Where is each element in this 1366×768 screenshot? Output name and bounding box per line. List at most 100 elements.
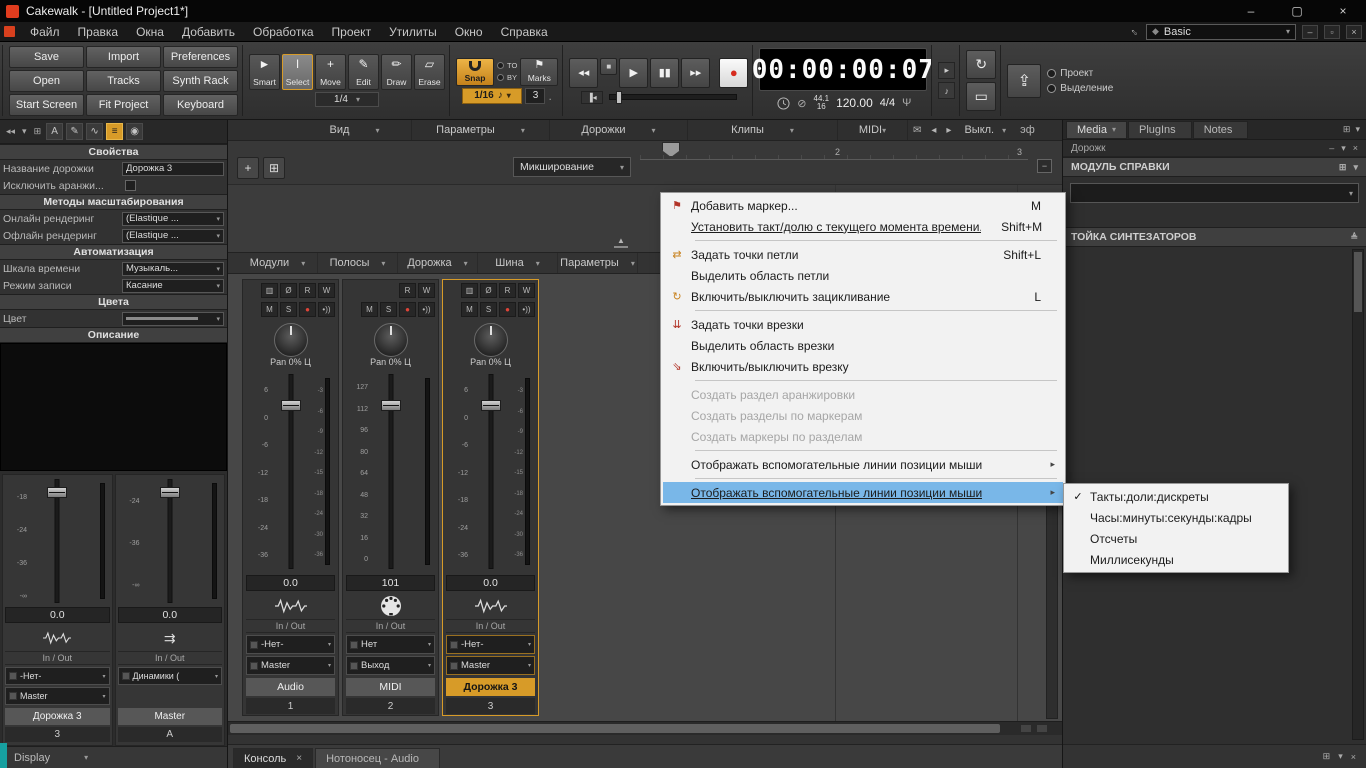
output-dropdown[interactable]: Master▾: [5, 687, 110, 705]
output-dropdown[interactable]: Выход▾: [346, 656, 435, 675]
expand-window-icon[interactable]: ⇔: [1126, 23, 1142, 39]
submenu-item[interactable]: Часы:минуты:секунды:кадры: [1066, 507, 1286, 528]
snap-by-option[interactable]: BY: [497, 73, 517, 82]
context-menu-item[interactable]: [695, 310, 1057, 311]
bit-depth-value[interactable]: 16: [814, 103, 830, 111]
view-menu[interactable]: Вид▾: [298, 120, 412, 140]
console-menu[interactable]: Шина▾: [478, 253, 558, 273]
maximize-button[interactable]: ▢: [1274, 0, 1320, 22]
menu-item[interactable]: Файл: [21, 22, 69, 41]
tool-button[interactable]: ✏ Draw: [381, 54, 412, 90]
strip-button[interactable]: ▥: [461, 283, 478, 298]
browser-tab[interactable]: Media▾: [1066, 121, 1127, 139]
tool-button[interactable]: + Move: [315, 54, 346, 90]
context-menu-item[interactable]: ⇊ Задать точки врезки: [663, 314, 1063, 335]
minimize-button[interactable]: –: [1228, 0, 1274, 22]
volume-fader[interactable]: [281, 400, 301, 411]
input-dropdown[interactable]: -Нет-▾: [5, 667, 110, 685]
menu-item[interactable]: Утилиты: [380, 22, 446, 41]
volume-value[interactable]: 0.0: [246, 575, 335, 591]
context-menu-item[interactable]: ⇘ Включить/выключить врезку: [663, 356, 1063, 377]
record-button[interactable]: ●: [719, 58, 748, 88]
snap-count-value[interactable]: 3: [525, 88, 545, 104]
strip-button[interactable]: •)): [518, 302, 535, 317]
context-menu-item[interactable]: Создать раздел аранжировки: [663, 384, 1063, 405]
context-menu-item[interactable]: Создать маркеры по разделам: [663, 426, 1063, 447]
submenu-item[interactable]: Отсчеты: [1066, 528, 1286, 549]
context-menu-item[interactable]: Отображать вспомогательные линии позиции…: [663, 454, 1063, 475]
time-ruler[interactable]: 1 2 3: [640, 145, 1028, 160]
collapse-icon[interactable]: ≜: [1350, 232, 1358, 243]
output-dropdown[interactable]: Master▾: [246, 656, 335, 675]
snap-button[interactable]: Snap: [456, 58, 494, 86]
off-dropdown[interactable]: Выкл.▾: [964, 124, 1006, 136]
strip-button[interactable]: Ø: [280, 283, 297, 298]
view-menu[interactable]: Параметры▾: [412, 120, 550, 140]
close-icon[interactable]: ×: [296, 753, 302, 764]
menu-item[interactable]: Окна: [127, 22, 173, 41]
input-dropdown[interactable]: -Нет-▾: [246, 635, 335, 654]
toolbar-button[interactable]: Preferences: [163, 46, 238, 68]
export-option[interactable]: Выделение: [1047, 83, 1113, 94]
toolbar-button[interactable]: Synth Rack: [163, 70, 238, 92]
select-region-button[interactable]: ▭: [966, 82, 996, 111]
input-dropdown[interactable]: Нет▾: [346, 635, 435, 654]
context-menu-item[interactable]: [695, 478, 1057, 479]
strip-button[interactable]: •)): [318, 302, 335, 317]
menu-item[interactable]: Добавить: [173, 22, 244, 41]
scrollbar-thumb[interactable]: [1354, 252, 1362, 312]
mdi-window-button[interactable]: ▫: [1324, 25, 1340, 39]
volume-value[interactable]: 101: [346, 575, 435, 591]
pan-knob[interactable]: [374, 323, 408, 357]
duplicate-track-button[interactable]: ⊞: [263, 157, 285, 179]
toolbar-button[interactable]: Import: [86, 46, 161, 68]
envelope-icon[interactable]: ✉: [913, 125, 921, 136]
strip-button[interactable]: S: [480, 302, 497, 317]
collapse-button[interactable]: −: [1037, 159, 1052, 173]
context-menu-item[interactable]: [695, 380, 1057, 381]
timebase-dropdown[interactable]: Музыкаль...▾: [122, 262, 224, 276]
snap-to-option[interactable]: TO: [497, 61, 517, 70]
volume-value[interactable]: 0.0: [446, 575, 535, 591]
close-icon[interactable]: ×: [1351, 752, 1356, 762]
strip-button[interactable]: W: [518, 283, 535, 298]
strip-button[interactable]: W: [418, 283, 435, 298]
mix-module-dropdown[interactable]: Микширование▾: [513, 157, 631, 177]
snap-resolution-dropdown[interactable]: 1/16 ♪ ▾: [462, 88, 522, 104]
tool-button[interactable]: ► Smart: [249, 54, 280, 90]
dock-icon[interactable]: ⊞: [1323, 751, 1331, 762]
context-menu-item[interactable]: Выделить область врезки: [663, 335, 1063, 356]
zoom-in-button[interactable]: [1036, 724, 1048, 733]
strip-button[interactable]: Ø: [480, 283, 497, 298]
submenu-item[interactable]: Миллисекунды: [1066, 549, 1286, 570]
strip-button[interactable]: W: [318, 283, 335, 298]
pause-button[interactable]: ▮▮: [650, 58, 679, 88]
inspector-view-tab[interactable]: A: [46, 123, 63, 140]
tool-button[interactable]: I Select: [282, 54, 313, 90]
pan-value[interactable]: Pan 0% Ц: [246, 357, 335, 370]
toolbar-button[interactable]: Save: [9, 46, 84, 68]
view-menu[interactable]: Дорожки▾: [550, 120, 688, 140]
context-menu-item[interactable]: [695, 450, 1057, 451]
close-button[interactable]: ×: [1320, 0, 1366, 22]
time-display[interactable]: 00:00:00:07: [759, 48, 927, 91]
console-menu[interactable]: Параметры▾: [558, 253, 638, 273]
input-dropdown[interactable]: -Нет-▾: [446, 635, 535, 654]
inspector-nav-icon[interactable]: ▾: [20, 126, 29, 137]
context-menu-item[interactable]: Выделить область петли: [663, 265, 1063, 286]
inspector-view-tab[interactable]: ◉: [126, 123, 143, 140]
step-record-button[interactable]: ♪: [938, 82, 955, 99]
nav-right-icon[interactable]: ▸: [946, 125, 951, 136]
horizontal-scrollbar[interactable]: [228, 721, 1062, 735]
view-tab[interactable]: Консоль ×: [233, 748, 313, 768]
metronome-off-icon[interactable]: ⊘: [797, 97, 806, 110]
view-menu[interactable]: MIDI▾: [838, 120, 908, 140]
strip-button[interactable]: ●: [299, 302, 316, 317]
tool-button[interactable]: ✎ Edit: [348, 54, 379, 90]
chevron-down-icon[interactable]: ▾: [1338, 751, 1343, 762]
inspector-view-tab[interactable]: ✎: [66, 123, 83, 140]
play-button[interactable]: ▶: [619, 58, 648, 88]
time-signature-value[interactable]: 4/4: [880, 97, 895, 109]
strip-name[interactable]: Дорожка 3: [446, 678, 535, 696]
context-menu-item[interactable]: Отображать вспомогательные линии позиции…: [663, 482, 1063, 503]
